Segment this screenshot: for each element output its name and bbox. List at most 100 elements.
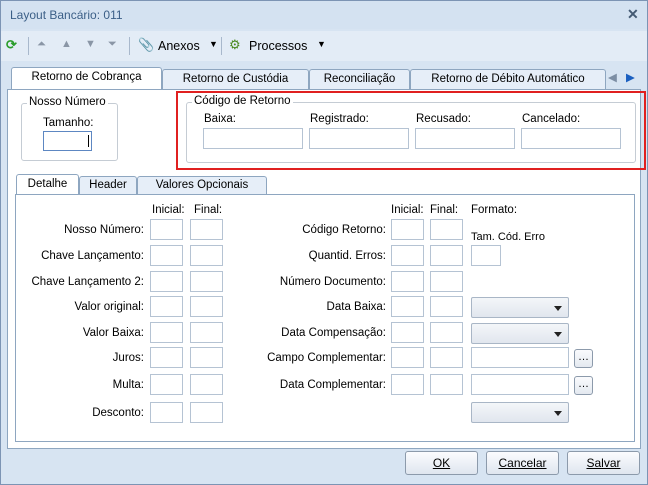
data-complementar-format[interactable] [471, 374, 569, 395]
multa-label: Multa: [112, 379, 144, 391]
quantid-erros-final[interactable] [430, 245, 463, 266]
window: Layout Bancário: 011 ✕ ⟳ ⏶ ▲ ▼ ⏷ 📎 Anexo… [0, 0, 648, 485]
ok-button[interactable]: OK [405, 451, 478, 475]
data-baixa-final[interactable] [430, 296, 463, 317]
campo-complementar-format[interactable] [471, 347, 569, 368]
codigo-retorno-label: Código Retorno: [302, 224, 386, 236]
baixa-input[interactable] [203, 128, 303, 149]
campo-complementar-final[interactable] [430, 347, 463, 368]
title-bar: Layout Bancário: 011 ✕ [1, 1, 647, 29]
subtab-valores-opcionais[interactable]: Valores Opcionais [137, 176, 267, 194]
baixa-label: Baixa: [204, 113, 236, 125]
refresh-icon[interactable]: ⟳ [6, 37, 17, 53]
chave-lancamento-2-inicial[interactable] [150, 271, 183, 292]
chevron-down-icon: ▼ [317, 39, 326, 49]
recusado-label: Recusado: [416, 113, 471, 125]
previous-record-icon[interactable]: ▲ [61, 38, 72, 50]
cancelado-label: Cancelado: [522, 113, 581, 125]
right-inicial-header: Inicial: [391, 204, 424, 216]
extra-format-select[interactable] [471, 402, 569, 423]
tab-retorno-debito[interactable]: Retorno de Débito Automático [410, 69, 606, 89]
desconto-final[interactable] [190, 402, 223, 423]
toolbar-separator [221, 37, 222, 55]
data-baixa-inicial[interactable] [391, 296, 424, 317]
data-compensacao-inicial[interactable] [391, 322, 424, 343]
data-complementar-final[interactable] [430, 374, 463, 395]
formato-header: Formato: [471, 204, 518, 216]
salvar-button[interactable]: Salvar [567, 451, 640, 475]
toolbar: ⟳ ⏶ ▲ ▼ ⏷ 📎 Anexos ▼ ⚙ Processos ▼ [1, 31, 647, 61]
campo-complementar-label: Campo Complementar: [267, 352, 386, 364]
campo-complementar-browse-button[interactable]: … [574, 349, 593, 368]
numero-documento-final[interactable] [430, 271, 463, 292]
data-baixa-label: Data Baixa: [326, 301, 386, 313]
data-complementar-inicial[interactable] [391, 374, 424, 395]
processos-label: Processos [249, 39, 308, 53]
right-final-header: Final: [430, 204, 459, 216]
nosso-numero-group: Nosso Número Tamanho: [21, 96, 118, 161]
window-title: Layout Bancário: 011 [10, 8, 123, 22]
left-final-header: Final: [194, 204, 223, 216]
tab-retorno-custodia[interactable]: Retorno de Custódia [162, 69, 309, 89]
subtab-header[interactable]: Header [79, 176, 137, 194]
first-record-icon[interactable]: ⏶ [37, 38, 46, 51]
codigo-retorno-final[interactable] [430, 219, 463, 240]
tam-cod-erro-input[interactable] [471, 245, 501, 266]
salvar-label: Salvar [586, 456, 621, 470]
next-record-icon[interactable]: ▼ [85, 38, 96, 50]
campo-complementar-inicial[interactable] [391, 347, 424, 368]
tamanho-label: Tamanho: [43, 117, 94, 129]
toolbar-separator [28, 37, 29, 55]
left-inicial-header: Inicial: [152, 204, 185, 216]
numero-documento-inicial[interactable] [391, 271, 424, 292]
data-compensacao-format-select[interactable] [471, 323, 569, 344]
data-compensacao-final[interactable] [430, 322, 463, 343]
data-baixa-format-select[interactable] [471, 297, 569, 318]
tab-retorno-cobranca[interactable]: Retorno de Cobrança [11, 67, 162, 90]
detalhe-panel: Inicial: Final: Nosso Número: Chave Lanç… [15, 194, 635, 442]
valor-baixa-inicial[interactable] [150, 322, 183, 343]
desconto-label: Desconto: [92, 407, 144, 419]
nosso-numero-inicial[interactable] [150, 219, 183, 240]
tab-scroll-left-icon[interactable]: ◀ [608, 70, 617, 84]
tab-scroll-right-icon[interactable]: ▶ [626, 70, 635, 84]
tab-reconciliacao[interactable]: Reconciliação [309, 69, 410, 89]
codigo-retorno-title: Código de Retorno [192, 95, 293, 107]
recusado-input[interactable] [415, 128, 515, 149]
valor-baixa-label: Valor Baixa: [82, 327, 144, 339]
close-icon[interactable]: ✕ [627, 6, 639, 23]
codigo-retorno-inicial[interactable] [391, 219, 424, 240]
quantid-erros-inicial[interactable] [391, 245, 424, 266]
valor-original-label: Valor original: [74, 301, 144, 313]
cancelado-input[interactable] [521, 128, 621, 149]
valor-original-inicial[interactable] [150, 296, 183, 317]
tam-cod-erro-label: Tam. Cód. Erro [471, 231, 545, 243]
subtab-detalhe[interactable]: Detalhe [16, 174, 79, 194]
registrado-input[interactable] [309, 128, 409, 149]
multa-inicial[interactable] [150, 374, 183, 395]
tamanho-input[interactable] [43, 131, 92, 151]
ok-label: OK [432, 456, 451, 470]
juros-inicial[interactable] [150, 347, 183, 368]
registrado-label: Registrado: [310, 113, 369, 125]
data-complementar-browse-button[interactable]: … [574, 376, 593, 395]
chave-lancamento-inicial[interactable] [150, 245, 183, 266]
desconto-inicial[interactable] [150, 402, 183, 423]
tab-panel-retorno-cobranca: Nosso Número Tamanho: Código de Retorno … [7, 89, 646, 449]
last-record-icon[interactable]: ⏷ [108, 38, 117, 51]
data-compensacao-label: Data Compensação: [281, 327, 386, 339]
anexos-label: Anexos [158, 39, 200, 53]
codigo-retorno-highlight: Código de Retorno Baixa: Registrado: Rec… [176, 91, 646, 170]
chave-lancamento-label: Chave Lançamento: [41, 250, 144, 262]
gears-icon: ⚙ [229, 37, 241, 52]
main-content: Retorno de Cobrança Retorno de Custódia … [5, 67, 646, 449]
cancelar-button[interactable]: Cancelar [486, 451, 559, 475]
chevron-down-icon: ▼ [209, 39, 218, 49]
paperclip-icon: 📎 [138, 37, 155, 52]
toolbar-separator [129, 37, 130, 55]
quantid-erros-label: Quantid. Erros: [308, 250, 386, 262]
data-complementar-label: Data Complementar: [279, 379, 386, 391]
chave-lancamento-2-label: Chave Lançamento 2: [31, 276, 144, 288]
cancelar-label: Cancelar [498, 456, 547, 470]
nosso-numero-title: Nosso Número [27, 96, 108, 108]
